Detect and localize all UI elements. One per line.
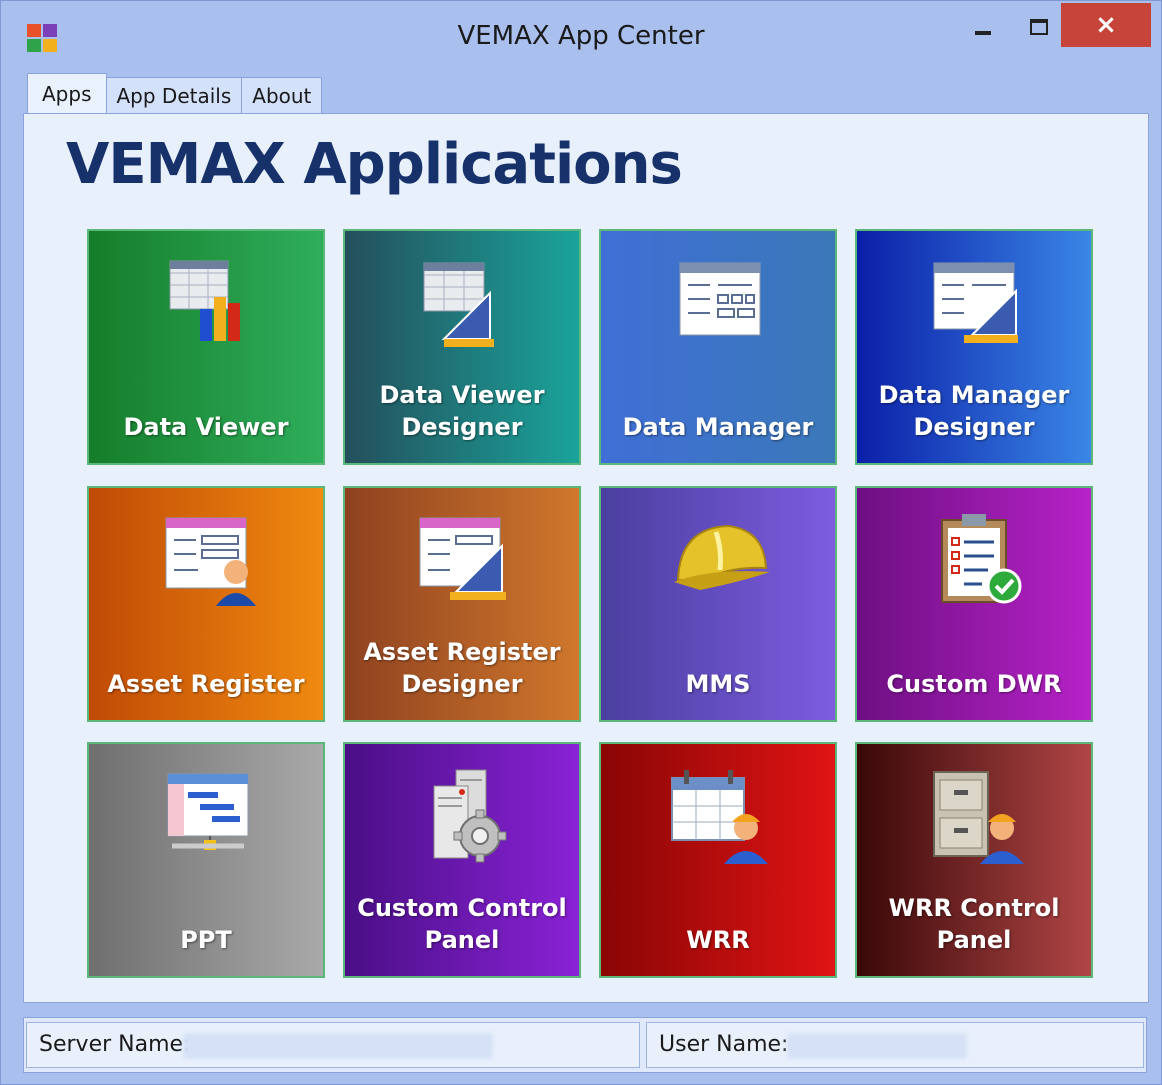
- tile-label: Data Manager: [622, 413, 814, 441]
- gantt-network-icon: [167, 773, 249, 850]
- title-bar[interactable]: VEMAX App Center ×: [1, 1, 1161, 71]
- cabinet-worker-icon: [933, 771, 1024, 864]
- tile-asset-register[interactable]: Asset Register: [87, 486, 325, 722]
- spreadsheet-ruler-icon: [423, 262, 494, 347]
- spreadsheet-chart-icon: [169, 260, 240, 341]
- minimize-icon: [975, 31, 991, 35]
- tab-about[interactable]: About: [241, 77, 323, 115]
- tile-label: Asset Register Designer: [363, 638, 561, 698]
- maximize-button[interactable]: [1015, 5, 1063, 49]
- server-name-cell: Server Name:: [26, 1022, 640, 1068]
- tile-label: WRR: [686, 926, 750, 954]
- tile-label: Data Viewer: [123, 413, 289, 441]
- tile-mms[interactable]: MMS: [599, 486, 837, 722]
- tile-data-viewer-designer[interactable]: Data Viewer Designer: [343, 229, 581, 465]
- hard-hat-icon: [674, 524, 770, 590]
- server-name-label: Server Name:: [39, 1032, 191, 1057]
- tile-data-viewer[interactable]: Data Viewer: [87, 229, 325, 465]
- tile-wrr-control-panel[interactable]: WRR Control Panel: [855, 742, 1093, 978]
- minimize-button[interactable]: [959, 5, 1007, 49]
- tile-label: WRR Control Panel: [888, 894, 1060, 954]
- close-icon: ×: [1095, 10, 1117, 40]
- form-ruler-icon: [933, 262, 1018, 343]
- tile-wrr[interactable]: WRR: [599, 742, 837, 978]
- tile-label: Custom Control Panel: [357, 894, 567, 954]
- user-name-value: [787, 1033, 967, 1059]
- status-bar: Server Name: User Name:: [23, 1017, 1147, 1073]
- form-table-icon: [679, 262, 761, 336]
- user-name-cell: User Name:: [646, 1022, 1144, 1068]
- clipboard-check-icon: [941, 514, 1022, 604]
- tile-data-manager-designer[interactable]: Data Manager Designer: [855, 229, 1093, 465]
- user-name-label: User Name:: [659, 1032, 789, 1057]
- page-title: VEMAX Applications: [66, 132, 683, 197]
- calendar-worker-icon: [671, 770, 768, 864]
- server-name-value: [183, 1033, 493, 1059]
- tab-apps[interactable]: Apps: [27, 73, 107, 115]
- tile-label: PPT: [180, 926, 232, 954]
- tab-app-details[interactable]: App Details: [105, 77, 243, 115]
- tile-label: Data Manager Designer: [878, 381, 1070, 441]
- tile-label: Asset Register: [107, 670, 305, 698]
- tile-ppt[interactable]: PPT: [87, 742, 325, 978]
- tab-strip: Apps App Details About: [27, 73, 323, 115]
- server-gear-icon: [433, 769, 507, 863]
- apps-panel: VEMAX Applications Data Viewer Data View…: [23, 113, 1149, 1003]
- tile-custom-dwr[interactable]: Custom DWR: [855, 486, 1093, 722]
- app-window: VEMAX App Center × Apps App Details Abou…: [0, 0, 1162, 1085]
- form-user-icon: [165, 517, 256, 606]
- tile-label: Data Viewer Designer: [379, 381, 545, 441]
- form-triangle-ruler-icon: [419, 517, 506, 600]
- close-button[interactable]: ×: [1061, 3, 1151, 47]
- maximize-icon: [1030, 19, 1048, 35]
- tile-asset-register-designer[interactable]: Asset Register Designer: [343, 486, 581, 722]
- tile-label: Custom DWR: [886, 670, 1062, 698]
- tile-data-manager[interactable]: Data Manager: [599, 229, 837, 465]
- tile-custom-control-panel[interactable]: Custom Control Panel: [343, 742, 581, 978]
- tile-label: MMS: [685, 670, 751, 698]
